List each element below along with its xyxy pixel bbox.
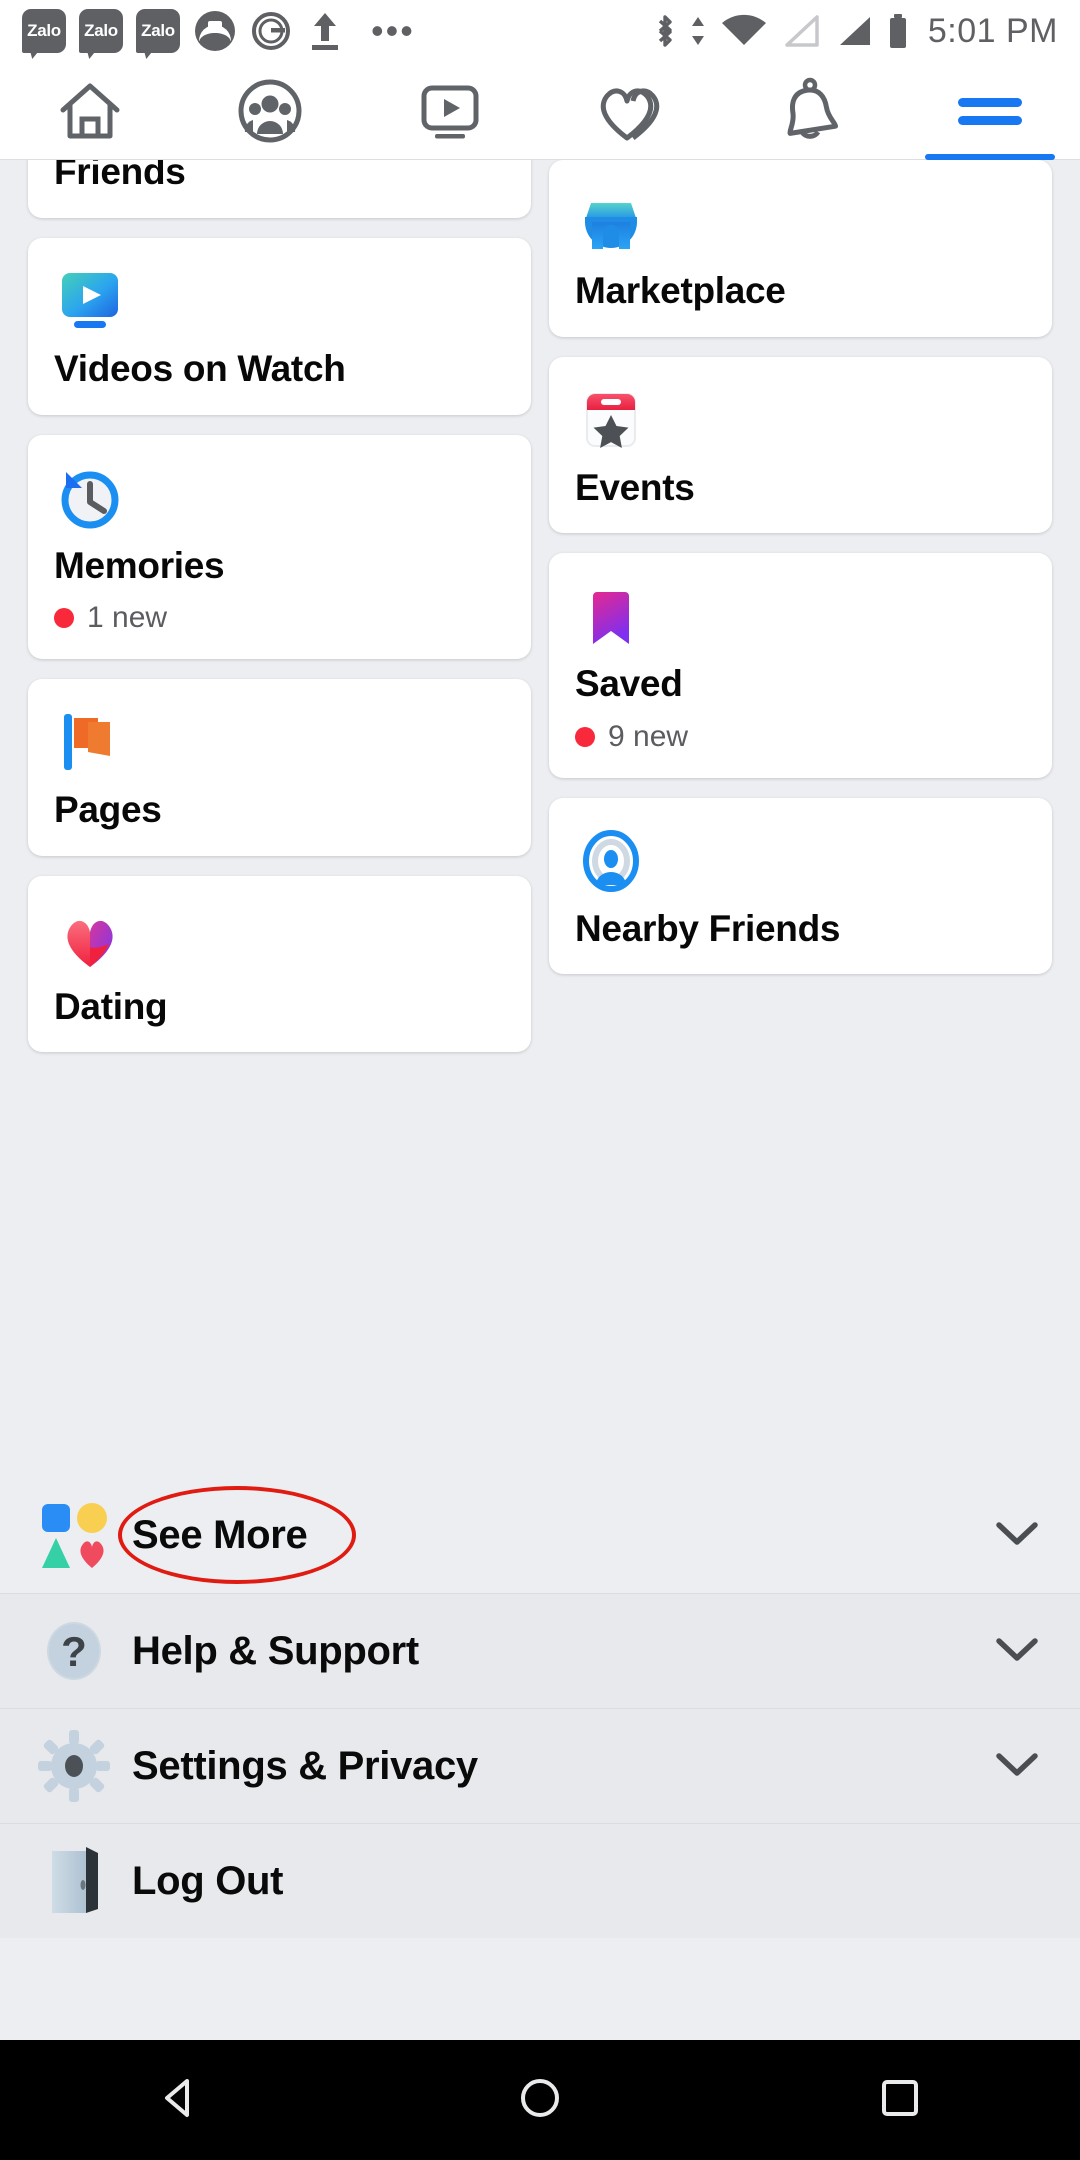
status-bar-system-icons: 5:01 PM xyxy=(652,9,1058,53)
nav-tab-menu[interactable] xyxy=(900,62,1080,160)
nav-tab-notifications[interactable] xyxy=(720,62,900,159)
shortcut-badge: 1 new xyxy=(54,601,505,635)
status-bar-overflow: ••• xyxy=(345,10,652,51)
shortcut-label: Nearby Friends xyxy=(575,907,841,949)
android-back-button[interactable] xyxy=(153,2071,207,2130)
watch-play-icon xyxy=(54,264,505,338)
heart-dating-icon xyxy=(600,88,660,140)
shortcut-label: Memories xyxy=(54,544,225,586)
shortcut-card-saved[interactable]: Saved 9 new xyxy=(549,553,1052,778)
home-circle-icon xyxy=(521,2078,559,2117)
nav-tab-dating[interactable] xyxy=(540,62,720,159)
shortcut-card-events[interactable]: Events xyxy=(549,356,1052,534)
menu-row-label: See More xyxy=(132,1513,308,1557)
shortcuts-right-column: Marketplace Events Saved 9 new Nearby Fr… xyxy=(549,160,1052,1052)
help-question-icon: ? xyxy=(26,1613,122,1689)
shortcut-label: Dating xyxy=(54,985,168,1027)
recents-square-icon xyxy=(882,2079,918,2116)
grammarly-badge-icon xyxy=(252,12,290,50)
pages-flag-icon xyxy=(54,705,505,779)
signal-empty-icon xyxy=(785,15,819,47)
menu-row-label: Settings & Privacy xyxy=(132,1743,478,1788)
chevron-down-icon xyxy=(994,1518,1040,1553)
shortcut-card-marketplace[interactable]: Marketplace xyxy=(549,160,1052,337)
shortcuts-grid: Friends Videos on Watch Memories 1 new P… xyxy=(0,160,1080,1053)
data-transfer-icon xyxy=(691,17,704,45)
nearby-friends-icon xyxy=(575,824,1026,898)
svg-text:?: ? xyxy=(61,1628,87,1675)
chevron-down-icon xyxy=(994,1749,1040,1784)
settings-gear-icon xyxy=(26,1728,122,1804)
signal-full-icon xyxy=(839,17,870,45)
shortcut-label: Friends xyxy=(54,160,186,193)
back-triangle-icon xyxy=(165,2078,189,2117)
shortcuts-left-column: Friends Videos on Watch Memories 1 new P… xyxy=(28,160,531,1053)
nav-tab-home[interactable] xyxy=(0,62,180,159)
menu-row-label: Help & Support xyxy=(132,1628,419,1673)
shortcut-card-nearby-friends[interactable]: Nearby Friends xyxy=(549,797,1052,975)
android-navigation-bar xyxy=(0,2040,1080,2160)
contact-badge-icon xyxy=(195,11,235,51)
status-bar-clock: 5:01 PM xyxy=(927,11,1058,50)
more-dots-icon: ••• xyxy=(371,10,415,51)
bluetooth-icon xyxy=(658,15,672,47)
friends-icon xyxy=(238,79,302,142)
shortcut-card-memories[interactable]: Memories 1 new xyxy=(28,434,531,660)
badge-label: 1 new xyxy=(87,601,168,635)
zalo-badge-icon: Zalo xyxy=(22,9,66,53)
shortcut-card-friends[interactable]: Friends xyxy=(28,160,531,218)
battery-icon xyxy=(889,14,906,48)
logout-door-icon xyxy=(26,1843,122,1919)
shortcut-label: Saved xyxy=(575,663,683,705)
android-home-button[interactable] xyxy=(513,2071,567,2130)
menu-row-help-support[interactable]: ? Help & Support xyxy=(0,1593,1080,1708)
android-recents-button[interactable] xyxy=(873,2071,927,2130)
top-navigation-bar xyxy=(0,62,1080,160)
shortcut-card-pages[interactable]: Pages xyxy=(28,679,531,856)
bell-icon xyxy=(787,77,839,139)
chevron-down-icon xyxy=(994,1634,1040,1669)
memories-clock-icon xyxy=(54,461,505,535)
badge-label: 9 new xyxy=(608,719,689,753)
menu-row-label: Log Out xyxy=(132,1858,284,1903)
status-bar: Zalo Zalo Zalo ••• 5:01 PM xyxy=(0,0,1080,62)
status-bar-notification-icons: Zalo Zalo Zalo xyxy=(22,9,345,53)
shortcut-card-dating[interactable]: Dating xyxy=(28,875,531,1053)
nav-tab-friends[interactable] xyxy=(180,62,360,159)
menu-list: See More ? Help & Support Settings & Pri… xyxy=(0,1478,1080,1938)
hamburger-menu-icon xyxy=(958,97,1022,125)
menu-row-see-more[interactable]: See More xyxy=(0,1478,1080,1593)
shortcut-label: Marketplace xyxy=(575,270,786,311)
upload-icon xyxy=(312,13,338,50)
badge-dot-icon xyxy=(575,726,595,747)
shortcut-label: Events xyxy=(575,466,695,508)
nav-tab-watch[interactable] xyxy=(360,62,540,159)
shapes-icon xyxy=(26,1498,122,1574)
zalo-badge-icon: Zalo xyxy=(79,9,123,53)
zalo-badge-label: Zalo xyxy=(141,21,175,40)
events-calendar-icon xyxy=(575,383,1026,457)
zalo-badge-icon: Zalo xyxy=(136,9,180,53)
home-icon xyxy=(60,83,120,138)
menu-row-settings-privacy[interactable]: Settings & Privacy xyxy=(0,1708,1080,1823)
zalo-badge-label: Zalo xyxy=(84,21,118,40)
shortcut-label: Pages xyxy=(54,789,162,831)
shortcut-badge: 9 new xyxy=(575,720,1026,754)
shortcut-label: Videos on Watch xyxy=(54,348,346,389)
dating-heart-icon xyxy=(54,902,505,976)
wifi-icon xyxy=(721,14,766,46)
menu-row-log-out[interactable]: Log Out xyxy=(0,1823,1080,1938)
saved-bookmark-icon xyxy=(575,579,1026,653)
shortcut-card-videos-on-watch[interactable]: Videos on Watch xyxy=(28,238,531,415)
marketplace-store-icon xyxy=(575,186,1026,260)
shortcuts-scroll-area[interactable]: Friends Videos on Watch Memories 1 new P… xyxy=(0,160,1080,1478)
watch-video-icon xyxy=(421,85,479,138)
badge-dot-icon xyxy=(54,608,74,629)
zalo-badge-label: Zalo xyxy=(27,21,61,40)
